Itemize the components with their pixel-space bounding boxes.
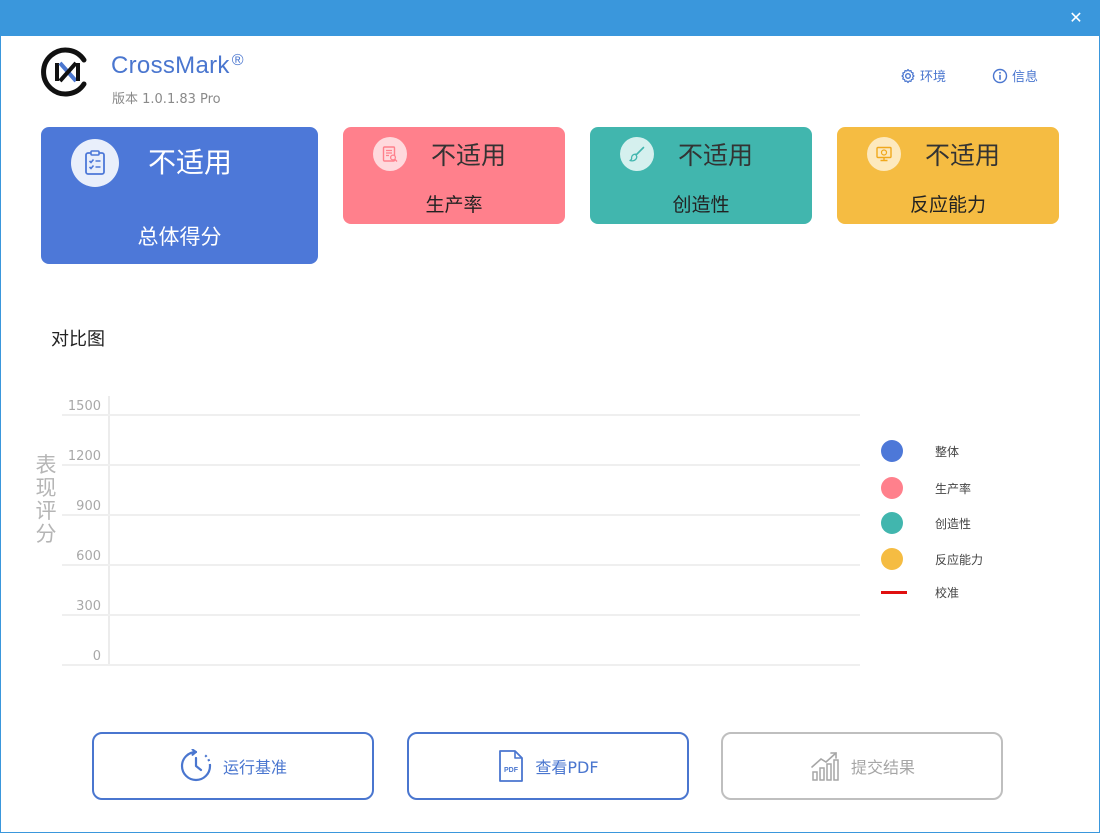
view-pdf-label: 查看PDF [535, 758, 599, 777]
run-benchmark-label: 运行基准 [222, 758, 287, 777]
legend-item-productivity: 生产率 [881, 477, 971, 499]
info-link-label: 信息 [1012, 70, 1039, 85]
window-title-bar: ✕ [0, 0, 1100, 36]
productivity-card[interactable]: 不适用 生产率 [343, 127, 565, 224]
y-tick-label-900: 900 [76, 499, 101, 514]
paintbrush-icon [620, 137, 654, 171]
monitor-icon [867, 137, 901, 171]
legend-label-productivity: 生产率 [935, 481, 972, 496]
overall-score-value: 不适用 [148, 146, 233, 179]
y-tick-label-300: 300 [76, 599, 101, 614]
y-tick-label-1500: 1500 [68, 399, 101, 414]
legend-label-overall: 整体 [935, 444, 960, 459]
overall-score-label: 总体得分 [137, 225, 222, 249]
crossmark-logo [40, 46, 92, 98]
legend-swatch-productivity [881, 477, 903, 499]
legend-label-calibration: 校准 [935, 586, 960, 600]
run-benchmark-button[interactable]: 运行基准 [92, 732, 374, 800]
registered-mark: ® [231, 52, 244, 69]
svg-text:PDF: PDF [504, 767, 519, 774]
bar-chart-up-icon [811, 752, 839, 781]
pdf-file-icon: PDF [499, 750, 524, 782]
app-title: CrossMark ® [111, 52, 244, 80]
environment-link[interactable]: 环境 [900, 66, 946, 85]
creativity-card[interactable]: 不适用 创造性 [590, 127, 812, 224]
app-name: CrossMark [111, 52, 230, 79]
view-pdf-button[interactable]: PDF 查看PDF [407, 732, 689, 800]
legend-swatch-creativity [881, 512, 903, 534]
info-icon [992, 68, 1008, 83]
y-tick-label-1200: 1200 [68, 449, 101, 464]
clock-run-icon [180, 749, 212, 782]
legend-swatch-calibration [881, 591, 907, 594]
close-button[interactable]: ✕ [1066, 8, 1086, 28]
creativity-value: 不适用 [678, 141, 754, 170]
productivity-value: 不适用 [431, 141, 507, 170]
clipboard-check-icon [71, 139, 119, 187]
responsiveness-card[interactable]: 不适用 反应能力 [837, 127, 1059, 224]
legend-label-responsiveness: 反应能力 [935, 552, 984, 567]
responsiveness-value: 不适用 [925, 141, 1001, 170]
legend-swatch-overall [881, 440, 903, 462]
productivity-label: 生产率 [425, 194, 483, 216]
legend-item-responsiveness: 反应能力 [881, 548, 983, 570]
legend-item-overall: 整体 [881, 440, 959, 462]
legend-item-creativity: 创造性 [881, 512, 971, 534]
responsiveness-label: 反应能力 [909, 194, 986, 216]
version-label: 版本 1.0.1.83 Pro [112, 92, 221, 107]
document-search-icon [373, 137, 407, 171]
info-link[interactable]: 信息 [992, 66, 1038, 85]
submit-results-label: 提交结果 [850, 758, 915, 777]
y-tick-label-600: 600 [76, 549, 101, 564]
legend-label-creativity: 创造性 [935, 516, 972, 531]
creativity-label: 创造性 [672, 194, 730, 216]
gear-icon [901, 68, 915, 83]
legend-item-calibration: 校准 [881, 584, 959, 601]
comparison-chart-title: 对比图 [51, 329, 105, 350]
overall-score-card[interactable]: 不适用 总体得分 [41, 127, 318, 264]
environment-link-label: 环境 [920, 70, 947, 85]
y-tick-label-0: 0 [93, 649, 101, 664]
submit-results-button[interactable]: 提交结果 [721, 732, 1003, 800]
legend-swatch-responsiveness [881, 548, 903, 570]
